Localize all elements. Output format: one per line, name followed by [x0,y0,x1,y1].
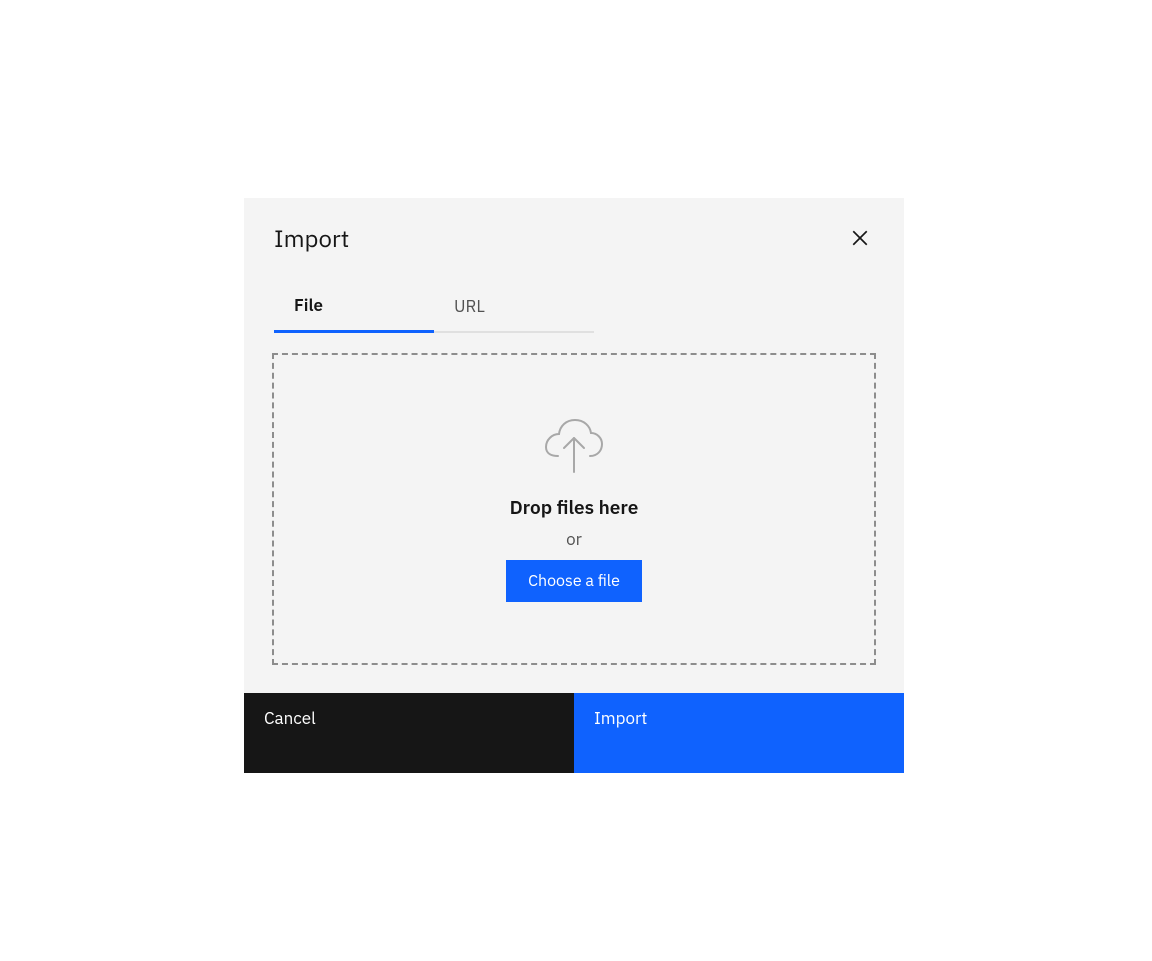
modal-footer: Cancel Import [244,693,904,773]
modal-header: Import [244,198,904,254]
drop-separator: or [566,528,582,550]
choose-file-button[interactable]: Choose a file [506,560,642,602]
tab-label: URL [454,295,485,317]
import-button[interactable]: Import [574,693,904,773]
file-dropzone[interactable]: Drop files here or Choose a file [272,353,876,665]
modal-title: Import [274,222,349,254]
tab-file[interactable]: File [274,282,434,333]
cancel-button[interactable]: Cancel [244,693,574,773]
close-icon [851,229,869,247]
tab-url[interactable]: URL [434,282,594,333]
cloud-upload-icon [540,416,608,476]
drop-text: Drop files here [510,496,639,520]
tab-label: File [294,294,323,316]
close-button[interactable] [844,222,876,254]
import-modal: Import File URL Drop files here or Choos… [244,198,904,773]
tab-list: File URL [244,282,904,333]
